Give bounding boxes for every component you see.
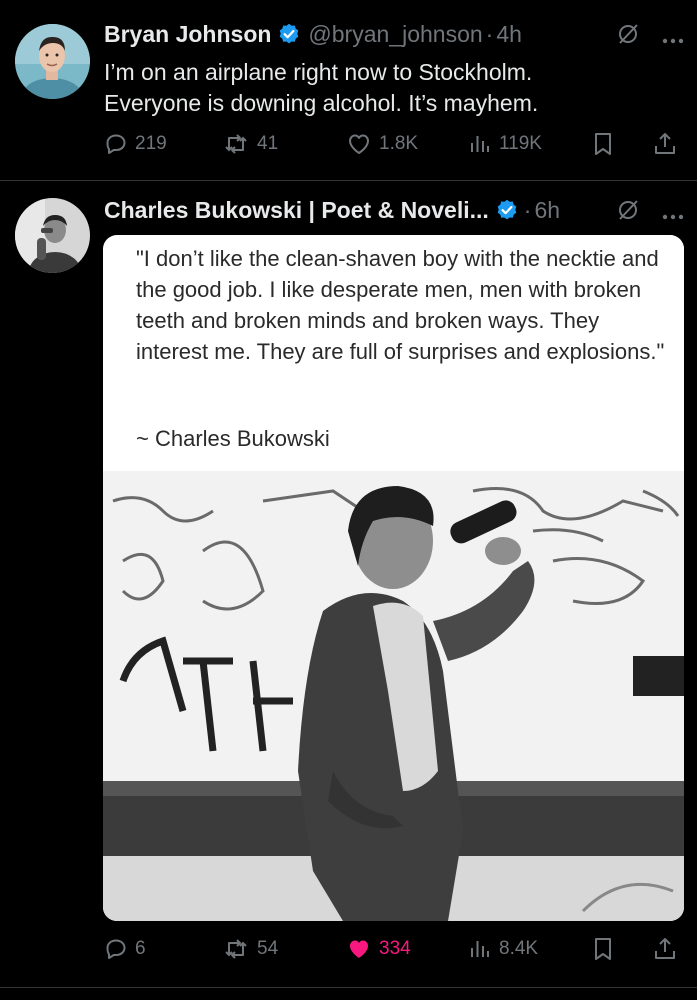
like-button[interactable]: 1.8K — [346, 128, 418, 160]
tweet-header: Bryan Johnson @bryan_johnson · 4h — [104, 17, 522, 51]
verified-badge-icon — [496, 199, 518, 221]
repost-icon — [225, 134, 247, 154]
like-button[interactable]: 334 — [346, 933, 411, 965]
views-count: 8.4K — [499, 938, 539, 959]
views-icon — [471, 136, 489, 152]
views-button[interactable]: 119K — [468, 128, 542, 160]
repost-button[interactable]: 41 — [222, 128, 278, 160]
separator-dot: · — [485, 20, 494, 47]
like-count: 1.8K — [379, 133, 419, 154]
avatar[interactable] — [15, 24, 90, 99]
share-button[interactable] — [652, 128, 678, 160]
author-handle[interactable]: @bryan_johnson — [308, 21, 482, 48]
views-icon — [471, 941, 489, 957]
repost-icon — [225, 939, 247, 959]
like-icon — [350, 940, 368, 958]
separator-dot: · — [523, 196, 532, 223]
tweet-charles-bukowski[interactable]: Charles Bukowski | Poet & Noveli... · 6h… — [0, 181, 697, 987]
bookmark-button[interactable] — [592, 128, 614, 160]
quote-text: "I don’t like the clean-shaven boy with … — [136, 246, 665, 364]
reply-icon — [106, 134, 126, 154]
author-name[interactable]: Charles Bukowski | Poet & Noveli... — [104, 197, 489, 224]
tweet-divider — [0, 987, 697, 988]
reply-count: 219 — [135, 133, 167, 154]
tweet-text: I’m on an airplane right now to Stockhol… — [104, 57, 664, 119]
more-icon[interactable] — [662, 24, 684, 50]
bookmark-icon — [595, 938, 611, 960]
bukowski-photo[interactable] — [103, 471, 684, 921]
timestamp[interactable]: 6h — [534, 197, 560, 224]
header-actions — [616, 22, 684, 51]
grok-icon[interactable] — [616, 22, 640, 51]
tweet-actions: 219 41 1.8K 119K — [104, 128, 684, 160]
author-name[interactable]: Bryan Johnson — [104, 21, 271, 48]
share-icon — [655, 133, 675, 154]
timestamp[interactable]: 4h — [496, 21, 522, 48]
like-count: 334 — [379, 938, 411, 959]
views-button[interactable]: 8.4K — [468, 933, 538, 965]
share-button[interactable] — [652, 933, 678, 965]
repost-button[interactable]: 54 — [222, 933, 278, 965]
grok-icon[interactable] — [616, 198, 640, 227]
share-icon — [655, 938, 675, 959]
views-count: 119K — [499, 133, 542, 154]
quote-attribution: ~ Charles Bukowski — [136, 426, 330, 451]
tweet-bryan-johnson[interactable]: Bryan Johnson @bryan_johnson · 4h I’m on… — [0, 0, 697, 180]
tweet-header: Charles Bukowski | Poet & Noveli... · 6h — [104, 193, 560, 227]
verified-badge-icon — [278, 23, 300, 45]
reply-button[interactable]: 6 — [104, 933, 146, 965]
quote-card: "I don’t like the clean-shaven boy with … — [118, 235, 684, 469]
bookmark-button[interactable] — [592, 933, 614, 965]
more-icon[interactable] — [662, 200, 684, 226]
repost-count: 54 — [257, 938, 279, 959]
reply-count: 6 — [135, 938, 146, 959]
bookmark-icon — [595, 133, 611, 155]
tweet-actions: 6 54 334 8.4K — [104, 933, 684, 965]
repost-count: 41 — [257, 133, 279, 154]
tweet-text-line: Everyone is downing alcohol. It’s mayhem… — [104, 90, 539, 116]
reply-icon — [106, 939, 126, 959]
tweet-text-line: I’m on an airplane right now to Stockhol… — [104, 59, 533, 85]
like-icon — [349, 134, 369, 154]
avatar[interactable] — [15, 198, 90, 273]
reply-button[interactable]: 219 — [104, 128, 167, 160]
header-actions — [616, 198, 684, 227]
